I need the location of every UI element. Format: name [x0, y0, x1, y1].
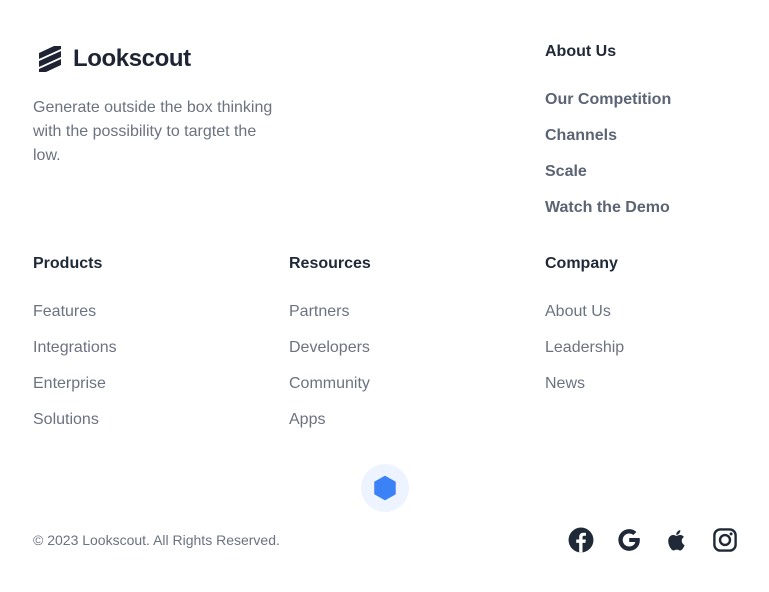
- brand[interactable]: Lookscout: [36, 44, 191, 74]
- products-heading: Products: [33, 255, 103, 272]
- about-link-channels[interactable]: Channels: [545, 127, 617, 144]
- about-link-watch-demo[interactable]: Watch the Demo: [545, 199, 670, 216]
- company-heading: Company: [545, 255, 618, 272]
- company-link-news[interactable]: News: [545, 375, 585, 392]
- company-link-leadership[interactable]: Leadership: [545, 339, 624, 356]
- instagram-link[interactable]: [709, 524, 741, 556]
- copyright-text: © 2023 Lookscout. All Rights Reserved.: [33, 532, 280, 548]
- resources-link-community[interactable]: Community: [289, 375, 370, 392]
- products-link-features[interactable]: Features: [33, 303, 96, 320]
- about-link-our-competition[interactable]: Our Competition: [545, 91, 671, 108]
- about-link-scale[interactable]: Scale: [545, 163, 587, 180]
- instagram-icon: [713, 528, 737, 552]
- products-link-enterprise[interactable]: Enterprise: [33, 375, 106, 392]
- hexagon-icon: [374, 475, 396, 501]
- google-icon: [618, 529, 640, 551]
- about-column: About Us Our Competition Channels Scale …: [545, 40, 671, 232]
- company-link-about-us[interactable]: About Us: [545, 303, 611, 320]
- company-column: Company About Us Leadership News: [545, 252, 624, 408]
- products-links: Features Integrations Enterprise Solutio…: [33, 300, 117, 444]
- apple-link[interactable]: [661, 524, 693, 556]
- resources-column: Resources Partners Developers Community …: [289, 252, 371, 444]
- brand-name: Lookscout: [73, 45, 191, 72]
- resources-links: Partners Developers Community Apps: [289, 300, 371, 444]
- divider-badge: [361, 464, 409, 512]
- resources-link-partners[interactable]: Partners: [289, 303, 349, 320]
- products-link-solutions[interactable]: Solutions: [33, 411, 99, 428]
- resources-link-developers[interactable]: Developers: [289, 339, 370, 356]
- products-link-integrations[interactable]: Integrations: [33, 339, 117, 356]
- resources-heading: Resources: [289, 255, 371, 272]
- google-link[interactable]: [613, 524, 645, 556]
- about-links: Our Competition Channels Scale Watch the…: [545, 88, 671, 232]
- resources-link-apps[interactable]: Apps: [289, 411, 325, 428]
- lookscout-logo-icon: [39, 46, 61, 72]
- company-links: About Us Leadership News: [545, 300, 624, 408]
- facebook-icon: [568, 527, 594, 553]
- social-links: [565, 524, 741, 556]
- products-column: Products Features Integrations Enterpris…: [33, 252, 117, 444]
- about-heading: About Us: [545, 43, 617, 60]
- facebook-link[interactable]: [565, 524, 597, 556]
- apple-icon: [668, 530, 685, 551]
- brand-tagline: Generate outside the box thinking with t…: [33, 99, 273, 164]
